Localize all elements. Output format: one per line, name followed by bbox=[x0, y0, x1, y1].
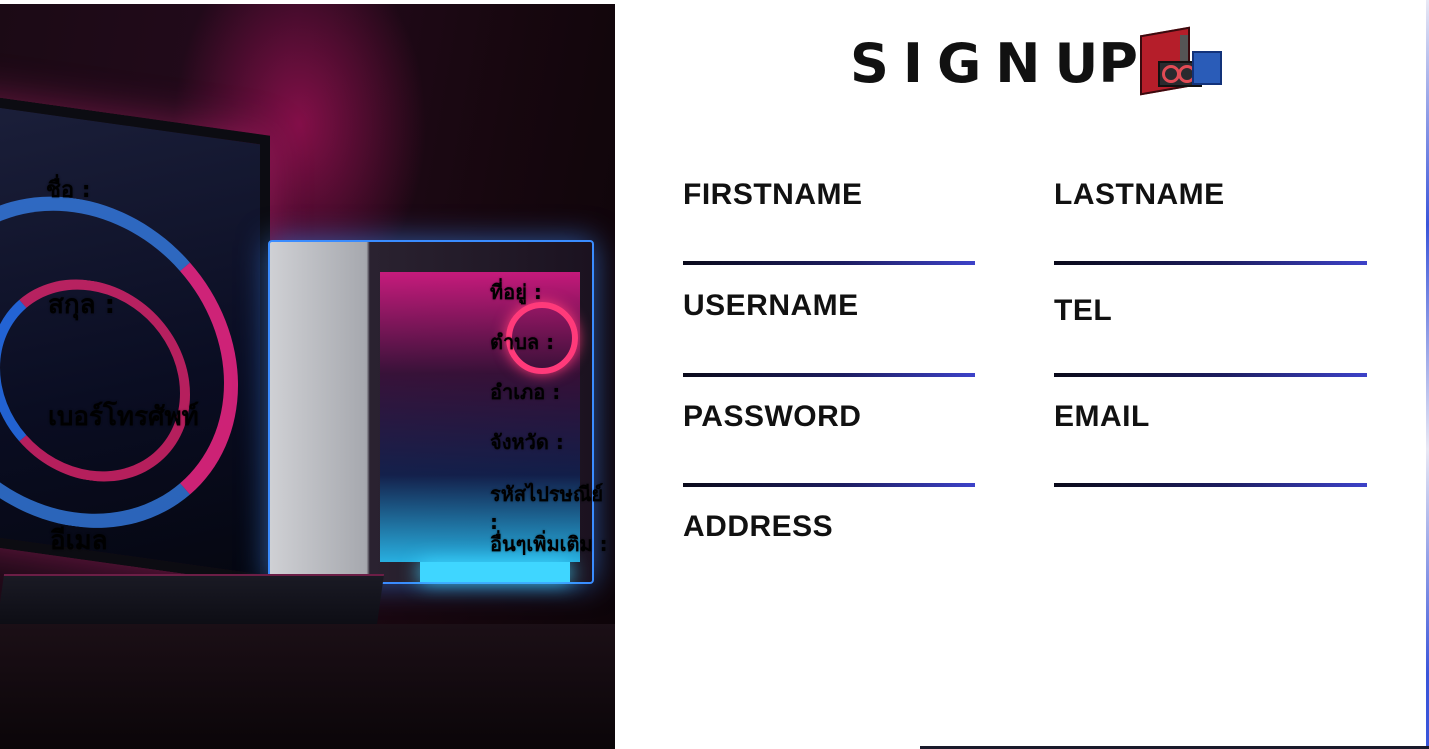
thai-label-district: อำเภอ : bbox=[490, 380, 561, 404]
title-text-spaced: SIGN bbox=[850, 31, 1055, 95]
thai-label-subdistrict: ตำบล : bbox=[490, 330, 555, 354]
email-input[interactable] bbox=[1054, 451, 1371, 483]
username-field[interactable] bbox=[683, 341, 979, 377]
firstname-label: FIRSTNAME bbox=[683, 178, 863, 211]
address-label: ADDRESS bbox=[683, 510, 834, 543]
email-label: EMAIL bbox=[1054, 400, 1150, 433]
thai-label-postal-code: รหัสไปรษณีย์ : bbox=[490, 482, 604, 534]
desk-graphic bbox=[0, 624, 615, 749]
monitor-graphic bbox=[0, 92, 270, 586]
username-input[interactable] bbox=[683, 341, 979, 373]
page-title: SIGN UP bbox=[850, 26, 1222, 99]
tel-input[interactable] bbox=[1054, 341, 1371, 373]
thai-label-other: อื่นๆเพิ่มเติม : bbox=[490, 532, 608, 556]
tel-label: TEL bbox=[1054, 294, 1113, 327]
firstname-input[interactable] bbox=[683, 229, 979, 261]
lastname-field[interactable] bbox=[1054, 229, 1371, 265]
thai-label-province: จังหวัด : bbox=[490, 430, 564, 454]
hero-image: ชื่อ : สกุล : เบอร์โทรศัพท์ อีเมล ที่อยู… bbox=[0, 4, 615, 749]
computer-hardware-icon bbox=[1139, 26, 1222, 99]
thai-label-address: ที่อยู่ : bbox=[490, 280, 542, 304]
password-input[interactable] bbox=[683, 451, 979, 483]
firstname-field[interactable] bbox=[683, 229, 979, 265]
title-text-tail: UP bbox=[1054, 31, 1138, 95]
pc-glow bbox=[420, 562, 570, 582]
password-field[interactable] bbox=[683, 451, 979, 487]
password-label: PASSWORD bbox=[683, 400, 862, 433]
username-label: USERNAME bbox=[683, 289, 859, 322]
lastname-input[interactable] bbox=[1054, 229, 1371, 261]
lastname-label: LASTNAME bbox=[1054, 178, 1225, 211]
thai-label-phone: เบอร์โทรศัพท์ bbox=[48, 402, 199, 432]
tel-field[interactable] bbox=[1054, 341, 1371, 377]
thai-label-last-name: สกุล : bbox=[48, 290, 115, 320]
thai-label-first-name: ชื่อ : bbox=[46, 178, 91, 203]
email-field[interactable] bbox=[1054, 451, 1371, 487]
thai-label-email: อีเมล bbox=[50, 526, 108, 556]
